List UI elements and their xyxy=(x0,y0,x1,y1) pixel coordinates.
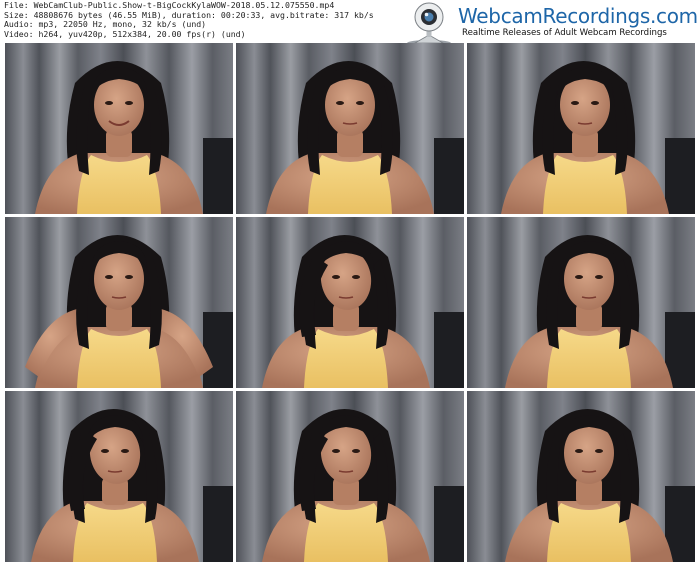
thumbnail-grid xyxy=(0,40,700,563)
video-frame-thumbnail xyxy=(236,43,464,214)
brand-tagline: Realtime Releases of Adult Webcam Record… xyxy=(462,28,667,38)
contact-sheet-header: File: WebCamClub-Public.Show-t-BigCockKy… xyxy=(0,0,700,46)
video-frame-thumbnail xyxy=(236,217,464,388)
brand-name: WebcamRecordings.com xyxy=(458,4,698,28)
video-frame-thumbnail xyxy=(467,43,695,214)
frame-image xyxy=(5,43,233,214)
video-frame-thumbnail xyxy=(467,217,695,388)
frame-image xyxy=(467,217,695,388)
frame-image xyxy=(467,43,695,214)
video-frame-thumbnail xyxy=(5,43,233,214)
video-frame-thumbnail xyxy=(236,391,464,562)
frame-image xyxy=(467,391,695,562)
frame-image xyxy=(5,391,233,562)
frame-image xyxy=(5,217,233,388)
video-frame-thumbnail xyxy=(5,217,233,388)
frame-image xyxy=(236,391,464,562)
frame-image xyxy=(236,43,464,214)
video-frame-thumbnail xyxy=(467,391,695,562)
file-metadata: File: WebCamClub-Public.Show-t-BigCockKy… xyxy=(4,0,374,39)
frame-image xyxy=(236,217,464,388)
video-info-line: Video: h264, yuv420p, 512x384, 20.00 fps… xyxy=(4,28,246,39)
video-frame-thumbnail xyxy=(5,391,233,562)
